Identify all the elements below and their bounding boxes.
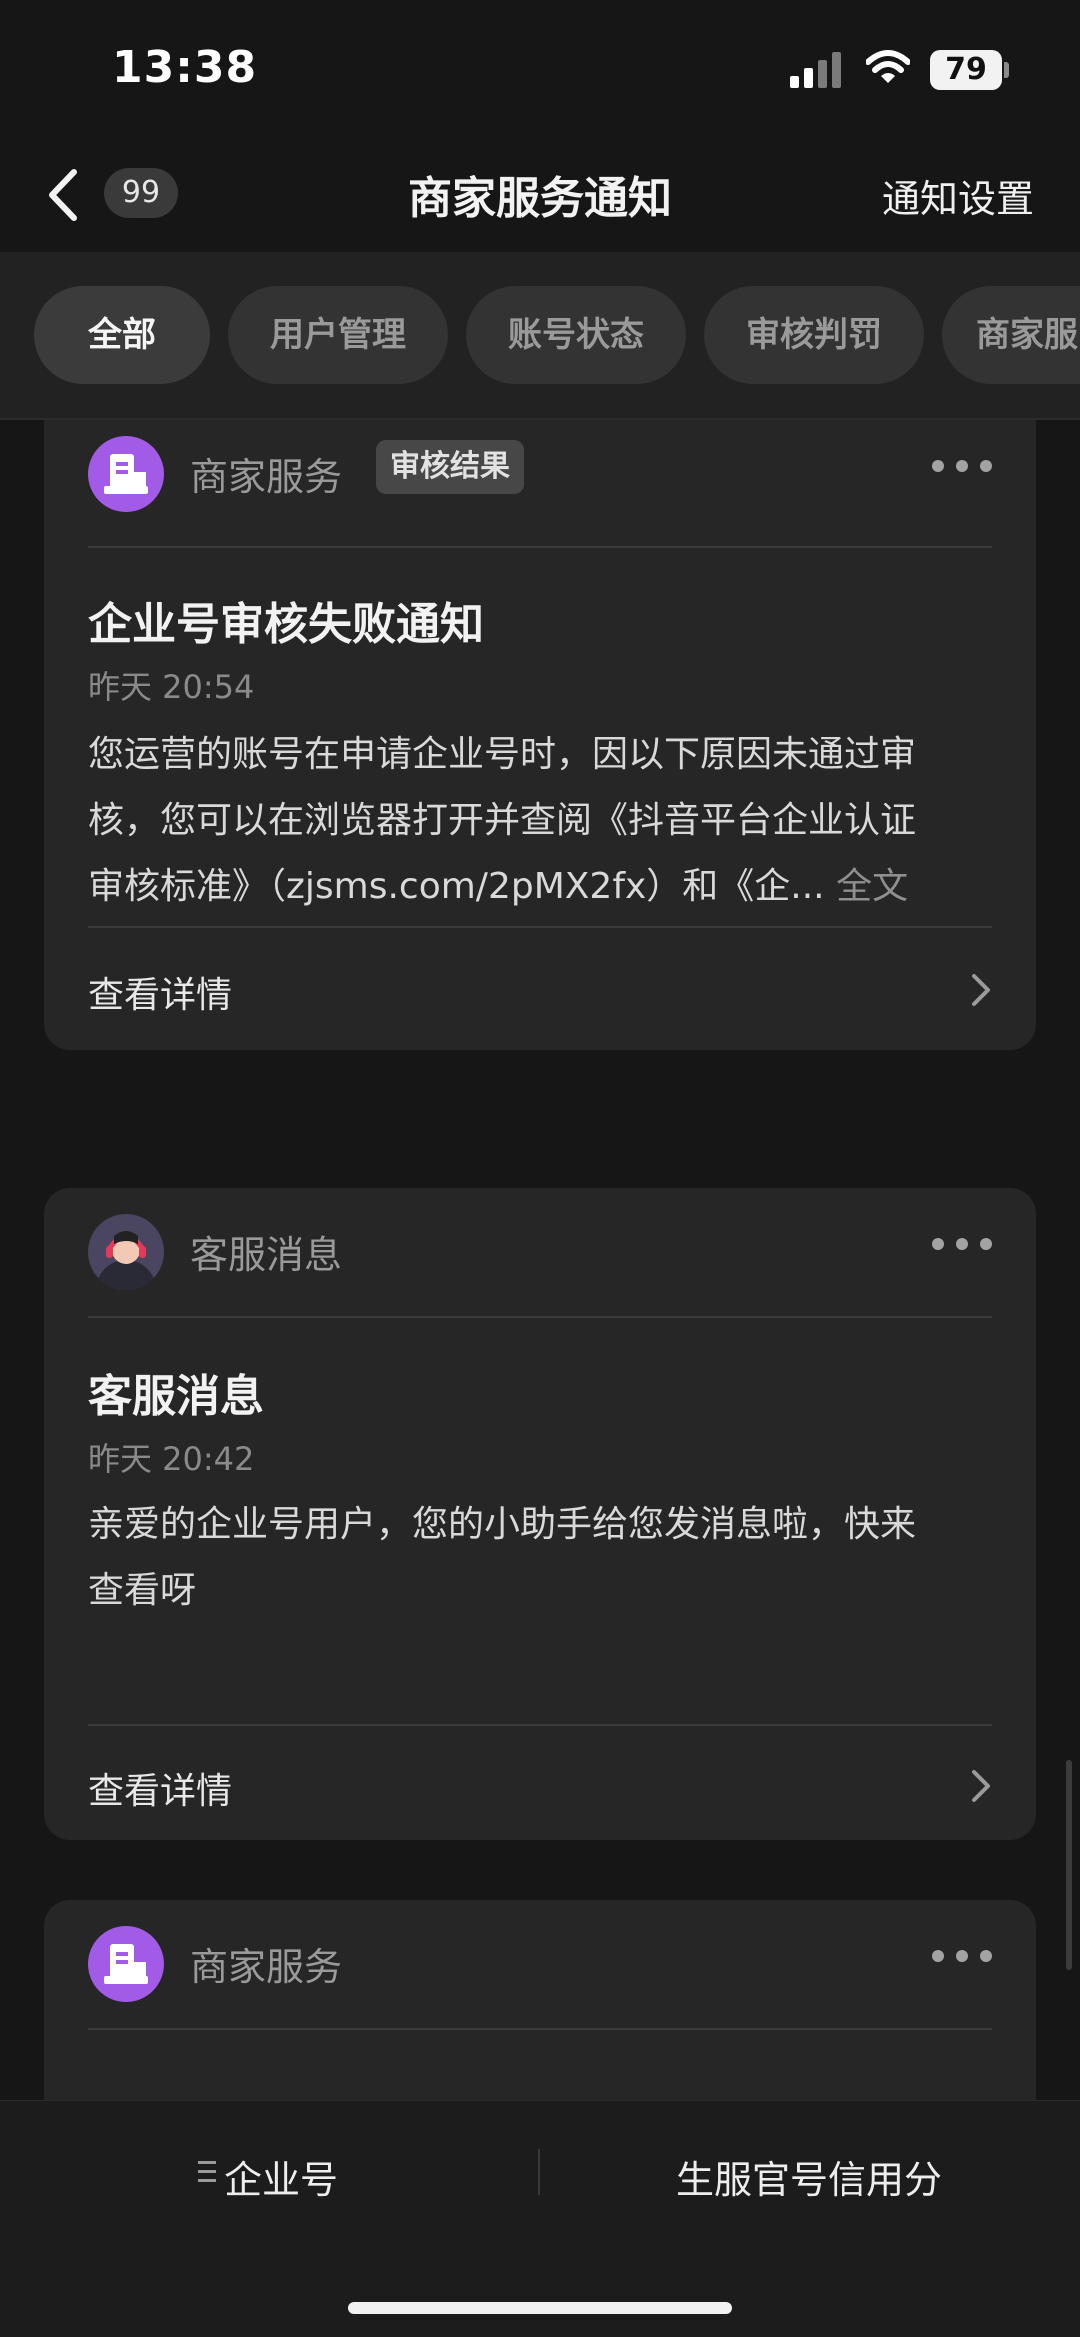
scrollbar[interactable]: [1066, 1760, 1072, 1970]
card-source: 商家服务: [190, 1945, 343, 1989]
notification-settings-button[interactable]: 通知设置: [882, 168, 1034, 223]
card-body-line: 核，您可以在浏览器打开并查阅《抖音平台企业认证: [88, 800, 917, 841]
status-badge: 审核结果: [376, 440, 524, 494]
card-timestamp: 昨天 20:54: [88, 668, 255, 706]
notification-card[interactable]: 客服消息 客服消息 昨天 20:42 亲爱的企业号用户，您的小助手给您发消息啦，…: [44, 1188, 1036, 1840]
back-arrow-icon: [49, 169, 77, 221]
status-time: 13:38: [112, 42, 258, 93]
bottom-divider: [538, 2149, 540, 2195]
more-button[interactable]: [932, 1940, 992, 1970]
menu-lines-icon: [198, 2161, 216, 2183]
signal-icon: [790, 52, 842, 88]
filter-tabs: 全部 用户管理 账号状态 审核判罚 商家服: [0, 252, 1080, 420]
full-text-link[interactable]: 全文: [836, 866, 908, 907]
tab-user-management[interactable]: 用户管理: [228, 286, 448, 384]
card-source: 客服消息: [190, 1233, 343, 1277]
battery-tip: [1004, 62, 1009, 78]
customer-service-avatar: [88, 1214, 164, 1290]
card-body-line: 亲爱的企业号用户，您的小助手给您发消息啦，快来: [88, 1504, 917, 1545]
status-bar: 13:38 79: [0, 0, 1080, 140]
card-body-line: 审核标准》（zjsms.com/2pMX2fx）和《企...: [88, 866, 825, 907]
divider: [88, 1316, 992, 1318]
divider: [88, 546, 992, 548]
view-details-label: 查看详情: [88, 1771, 233, 1812]
card-header: 客服消息: [44, 1188, 1036, 1314]
merchant-service-icon: [88, 436, 164, 512]
card-body-line: 您运营的账号在申请企业号时，因以下原因未通过审: [88, 734, 917, 775]
card-timestamp: 昨天 20:42: [88, 1440, 255, 1478]
view-details-label: 查看详情: [88, 975, 233, 1016]
nav-bar: 99 商家服务通知 通知设置: [0, 140, 1080, 252]
divider: [88, 2028, 992, 2030]
enterprise-account-button[interactable]: 企业号: [224, 2149, 338, 2204]
more-button[interactable]: [932, 450, 992, 480]
battery-icon: 79: [930, 50, 1002, 90]
card-title: 企业号审核失败通知: [88, 599, 484, 650]
card-body: 亲爱的企业号用户，您的小助手给您发消息啦，快来 查看呀: [88, 1492, 1000, 1624]
more-button[interactable]: [932, 1228, 992, 1258]
card-header: 商家服务 审核结果: [44, 420, 1036, 536]
tab-review-penalty[interactable]: 审核判罚: [704, 286, 924, 384]
back-button[interactable]: [40, 160, 90, 230]
tab-account-status[interactable]: 账号状态: [466, 286, 686, 384]
wifi-icon: [865, 50, 911, 86]
tab-merchant-service[interactable]: 商家服: [942, 286, 1080, 384]
card-source: 商家服务: [190, 455, 343, 499]
chevron-right-icon: [972, 1770, 990, 1802]
home-indicator[interactable]: [348, 2302, 732, 2314]
chevron-right-icon: [972, 974, 990, 1006]
card-header: 商家服务: [44, 1900, 1036, 2026]
view-details-button[interactable]: 查看详情: [44, 1726, 1036, 1846]
view-details-button[interactable]: 查看详情: [44, 930, 1036, 1050]
card-body-line: 查看呀: [88, 1570, 197, 1611]
notification-card[interactable]: 商家服务 审核结果 企业号审核失败通知 昨天 20:54 您运营的账号在申请企业…: [44, 420, 1036, 1050]
divider: [88, 926, 992, 928]
notification-list[interactable]: 商家服务 审核结果 企业号审核失败通知 昨天 20:54 您运营的账号在申请企业…: [0, 420, 1080, 2100]
card-body: 您运营的账号在申请企业号时，因以下原因未通过审 核，您可以在浏览器打开并查阅《抖…: [88, 722, 1000, 920]
tab-all[interactable]: 全部: [34, 286, 210, 384]
unread-count-badge: 99: [104, 168, 178, 218]
card-title: 客服消息: [88, 1371, 264, 1422]
merchant-service-icon: [88, 1926, 164, 2002]
credit-score-button[interactable]: 生服官号信用分: [676, 2149, 942, 2204]
notification-card[interactable]: 商家服务: [44, 1900, 1036, 2100]
